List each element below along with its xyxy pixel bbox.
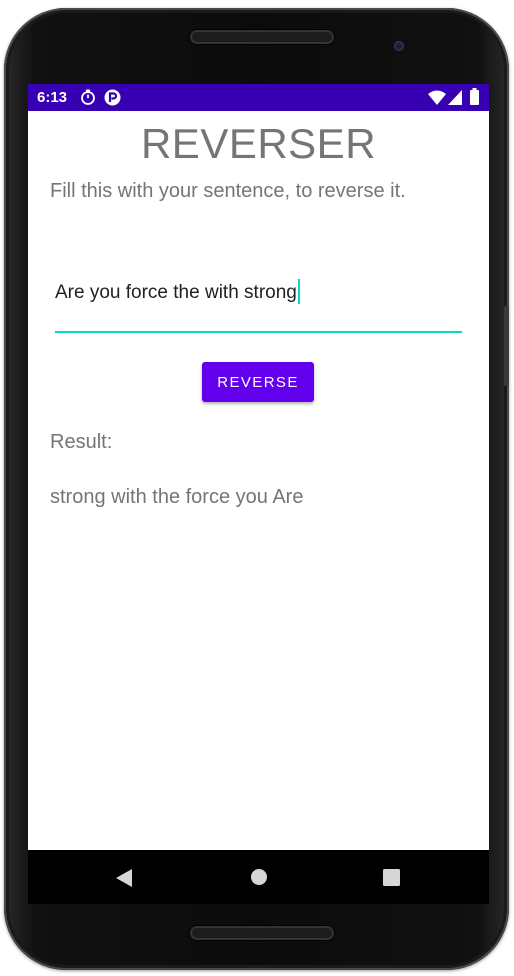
navigation-bar [28, 850, 489, 904]
battery-icon [470, 88, 479, 110]
instruction-text: Fill this with your sentence, to reverse… [50, 180, 406, 202]
status-time: 6:13 [37, 89, 68, 106]
home-icon[interactable] [250, 868, 268, 891]
text-caret [297, 279, 300, 304]
wifi-icon [428, 90, 446, 110]
result-value: strong with the force you Are [50, 486, 304, 508]
bottom-speaker [190, 926, 334, 940]
front-camera [394, 41, 404, 51]
top-speaker [190, 30, 334, 44]
app-title: REVERSER [140, 120, 377, 167]
input-underline [55, 331, 462, 333]
recents-icon[interactable] [383, 869, 400, 891]
sentence-input[interactable]: Are you force the with strong [55, 264, 462, 334]
back-icon[interactable] [115, 868, 133, 893]
timer-icon [80, 89, 96, 110]
status-bar: 6:13 [28, 84, 489, 111]
app-notification-icon [104, 89, 121, 111]
power-button [504, 326, 509, 386]
sentence-input-value: Are you force the with strong [55, 282, 297, 303]
reverse-button[interactable]: REVERSE [202, 362, 314, 402]
result-label: Result: [50, 431, 113, 453]
signal-icon [448, 90, 462, 110]
screen: 6:13 REVERSER Fill this with your senten… [28, 84, 489, 904]
sentence-input-field[interactable]: Are you force the with strong [55, 279, 300, 304]
